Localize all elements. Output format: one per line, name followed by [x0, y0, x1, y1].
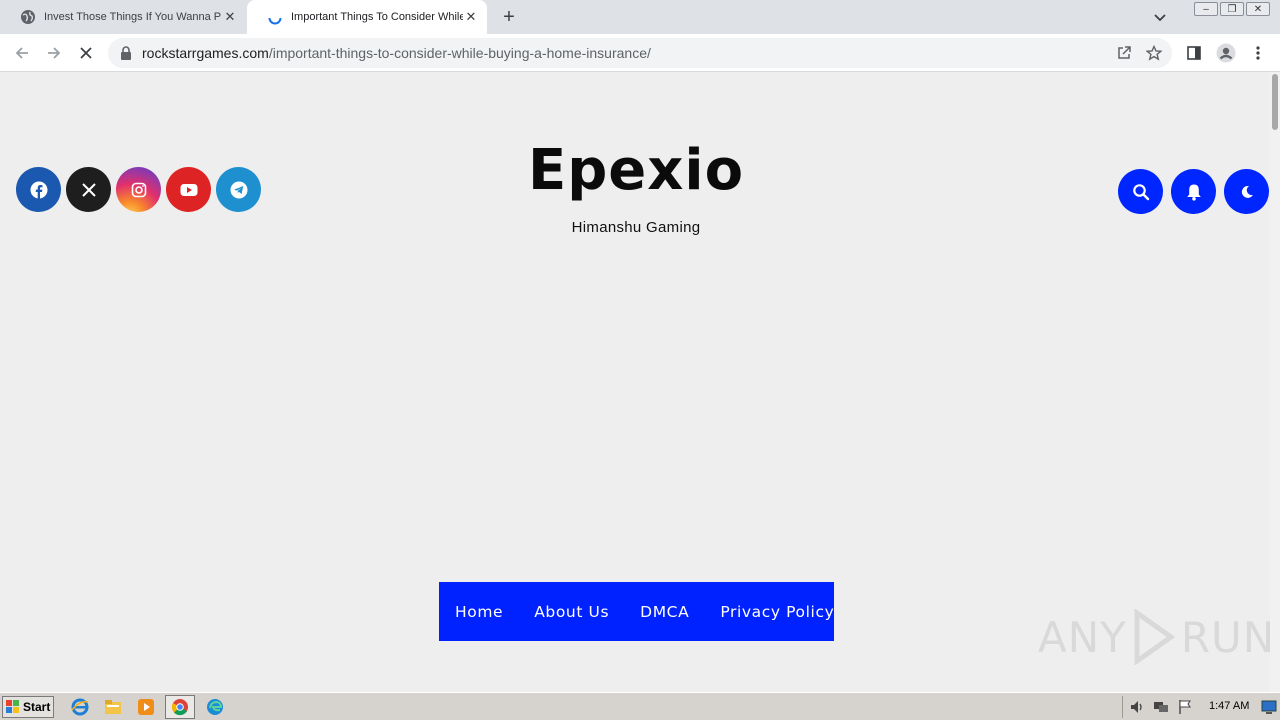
menu-item-about-us[interactable]: About Us — [534, 603, 609, 621]
facebook-link[interactable] — [16, 167, 61, 212]
start-button[interactable]: Start — [2, 696, 54, 718]
address-bar[interactable]: rockstarrgames.com/important-things-to-c… — [108, 38, 1172, 68]
minimize-button[interactable]: – — [1194, 2, 1218, 16]
close-tab-icon[interactable]: ✕ — [222, 9, 238, 25]
new-tab-button[interactable]: + — [498, 6, 520, 28]
youtube-icon — [180, 183, 197, 196]
show-desktop-icon[interactable] — [1261, 699, 1277, 715]
moon-icon — [1241, 185, 1253, 198]
close-window-button[interactable]: ✕ — [1246, 2, 1270, 16]
watermark-right-text: RUN — [1180, 612, 1276, 662]
telegram-icon — [230, 181, 247, 198]
browser-toolbar: rockstarrgames.com/important-things-to-c… — [0, 34, 1280, 72]
internet-explorer-icon[interactable] — [71, 698, 89, 716]
kebab-menu-icon — [1256, 46, 1260, 60]
tab-invest-things[interactable]: Invest Those Things If You Wanna P ✕ — [0, 0, 246, 34]
site-tagline: Himanshu Gaming — [571, 219, 701, 236]
web-page: Epexio Himanshu Gaming Home About Us DMC… — [0, 72, 1274, 692]
search-button[interactable] — [1118, 169, 1163, 214]
dark-mode-toggle[interactable] — [1224, 169, 1269, 214]
play-triangle-icon — [1134, 609, 1175, 665]
instagram-link[interactable] — [116, 167, 161, 212]
close-icon — [80, 47, 92, 59]
side-panel-icon — [1187, 46, 1201, 60]
windows-logo-icon — [6, 700, 19, 713]
taskbar-clock[interactable]: 1:47 AM — [1209, 700, 1249, 712]
globe-icon — [21, 10, 35, 24]
side-panel-button[interactable] — [1184, 43, 1204, 63]
x-twitter-link[interactable] — [66, 167, 111, 212]
url-path: /important-things-to-consider-while-buyi… — [268, 45, 651, 61]
social-links — [16, 167, 261, 212]
tab-title: Invest Those Things If You Wanna P — [44, 11, 222, 23]
telegram-link[interactable] — [216, 167, 261, 212]
url-host: rockstarrgames.com — [142, 45, 269, 61]
arrow-right-icon — [48, 47, 61, 59]
primary-menu: Home About Us DMCA Privacy Policy — [439, 582, 834, 641]
scrollbar-thumb[interactable] — [1272, 74, 1278, 130]
forward-button[interactable] — [44, 43, 64, 63]
bell-icon — [1186, 184, 1201, 201]
menu-item-privacy-policy[interactable]: Privacy Policy — [720, 603, 834, 621]
avatar-icon — [1216, 43, 1236, 63]
share-icon[interactable] — [1116, 45, 1132, 61]
volume-icon[interactable] — [1129, 699, 1145, 715]
restore-button[interactable]: ❐ — [1220, 2, 1244, 16]
stop-loading-button[interactable] — [76, 43, 96, 63]
profile-button[interactable] — [1216, 43, 1236, 63]
tab-title: Important Things To Consider While B — [291, 11, 463, 23]
menu-item-dmca[interactable]: DMCA — [640, 603, 689, 621]
file-explorer-icon[interactable] — [104, 698, 122, 716]
browser-tab-strip: Invest Those Things If You Wanna P ✕ Imp… — [0, 0, 1280, 34]
anyrun-watermark: ANY RUN — [1038, 609, 1275, 665]
lock-icon[interactable] — [120, 46, 132, 60]
tab-important-things[interactable]: Important Things To Consider While B ✕ — [247, 0, 487, 34]
x-icon — [81, 182, 96, 197]
start-label: Start — [23, 700, 51, 714]
loading-spinner-icon — [268, 17, 282, 25]
window-controls: – ❐ ✕ — [1194, 2, 1270, 16]
search-icon — [1132, 183, 1149, 200]
watermark-left-text: ANY — [1038, 612, 1127, 662]
media-player-icon[interactable] — [137, 698, 155, 716]
menu-item-home[interactable]: Home — [455, 603, 503, 621]
back-button[interactable] — [12, 43, 32, 63]
page-scrollbar[interactable] — [1270, 72, 1280, 692]
flag-icon[interactable] — [1177, 699, 1193, 715]
url-text: rockstarrgames.com/important-things-to-c… — [142, 45, 651, 61]
arrow-left-icon — [15, 47, 28, 59]
system-tray: 1:47 AM — [1122, 696, 1280, 718]
taskbar: Start 1:47 AM — [0, 692, 1280, 720]
browser-menu-button[interactable] — [1248, 43, 1268, 63]
chrome-taskbar-button[interactable] — [165, 695, 195, 719]
notifications-button[interactable] — [1171, 169, 1216, 214]
instagram-icon — [131, 182, 146, 197]
header-actions — [1118, 169, 1269, 214]
bookmark-star-icon[interactable] — [1146, 45, 1162, 61]
site-title[interactable]: Epexio — [440, 138, 832, 203]
youtube-link[interactable] — [166, 167, 211, 212]
close-tab-icon[interactable]: ✕ — [463, 9, 479, 25]
facebook-icon — [30, 181, 47, 199]
chrome-icon — [171, 699, 188, 716]
chevron-down-icon[interactable] — [1152, 9, 1168, 25]
network-icon[interactable] — [1153, 699, 1169, 715]
edge-icon[interactable] — [206, 698, 224, 716]
